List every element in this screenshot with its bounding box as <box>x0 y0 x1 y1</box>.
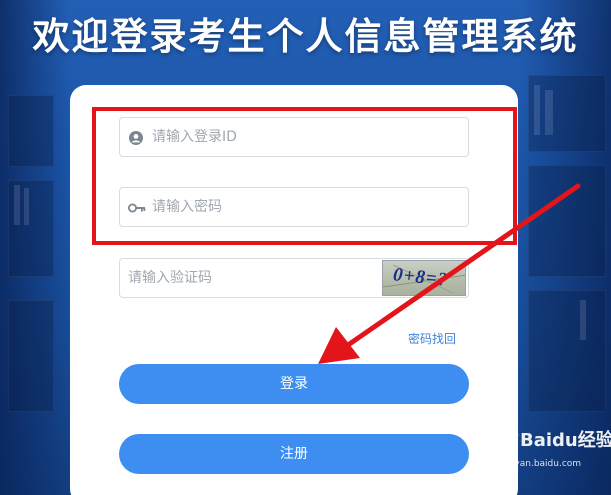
paw-icon <box>499 428 519 446</box>
watermark-url: jingyan.baidu.com <box>498 459 582 469</box>
baidu-watermark: Baidu经验 jingyan.baidu.com <box>498 426 611 486</box>
annotation-arrow <box>318 183 581 364</box>
watermark-logo-text: Baidu经验 <box>520 430 611 451</box>
